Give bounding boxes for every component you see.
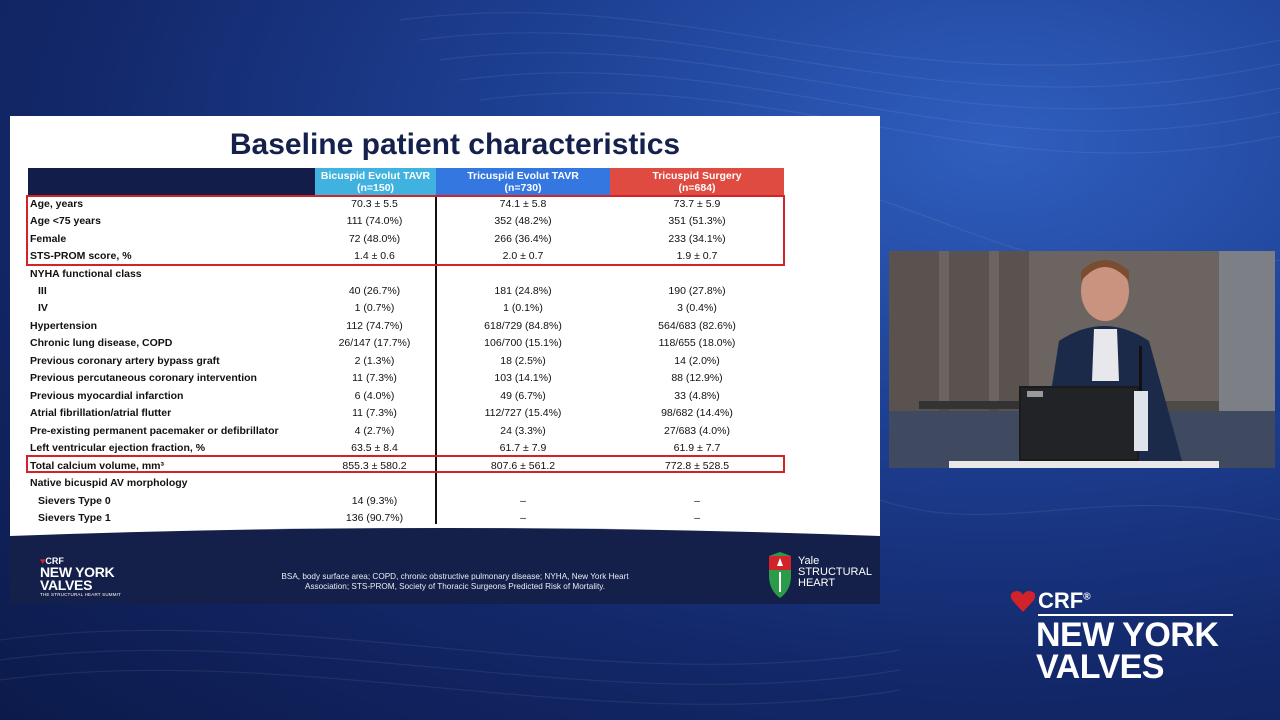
- slide-footnote: BSA, body surface area; COPD, chronic ob…: [281, 572, 629, 591]
- column-header-bicuspid-tavr: Bicuspid Evolut TAVR (n=150): [315, 168, 436, 195]
- cell-value: 6 (4.0%): [354, 390, 395, 402]
- cell-value: 136 (90.7%): [345, 512, 404, 524]
- cell-value: 4 (2.7%): [354, 425, 395, 437]
- cell-value: 18 (2.5%): [500, 355, 546, 367]
- table-row: Chronic lung disease, COPD 26/147 (17.7%)…: [28, 335, 788, 352]
- table-row: Pre-existing permanent pacemaker or defi…: [28, 423, 788, 440]
- table-row: Atrial fibrillation/atrial flutter 11 (7.…: [28, 405, 788, 422]
- cell-value: –: [520, 512, 526, 524]
- row-label: Previous coronary artery bypass graft: [30, 355, 220, 367]
- table-row: Hypertension 112 (74.7%) 618/729 (84.8%) 56…: [28, 318, 788, 335]
- cell-value: 98/682 (14.4%): [661, 407, 733, 419]
- table-row: NYHA functional class: [28, 266, 788, 283]
- cell-value: 190 (27.8%): [668, 285, 726, 297]
- cell-value: 3 (0.4%): [677, 302, 717, 314]
- row-label: IV: [38, 302, 48, 314]
- cell-value: 1 (0.7%): [354, 302, 395, 314]
- cell-value: –: [520, 495, 526, 507]
- row-label: Native bicuspid AV morphology: [30, 477, 188, 489]
- column-header-n: (n=150): [356, 182, 395, 194]
- presentation-slide: Baseline patient characteristics Bicuspi…: [10, 116, 880, 604]
- crf-text: CRF®: [1038, 588, 1091, 613]
- footer-new-york-valves-logo: ♥CRF NEW YORK VALVES THE STRUCTURAL HEAR…: [40, 556, 121, 597]
- speaker-image: [889, 251, 1275, 468]
- cell-value: 61.7 ± 7.9: [499, 442, 547, 454]
- row-label: Chronic lung disease, COPD: [30, 337, 173, 349]
- table-row: Native bicuspid AV morphology: [28, 475, 788, 492]
- column-header-tricuspid-tavr: Tricuspid Evolut TAVR (n=730): [436, 168, 610, 195]
- column-header-n: (n=730): [504, 182, 542, 194]
- column-header-tricuspid-surgery: Tricuspid Surgery (n=684): [610, 168, 784, 195]
- cell-value: 63.5 ± 8.4: [351, 442, 398, 454]
- cell-value: 11 (7.3%): [352, 407, 397, 419]
- column-header-n: (n=684): [678, 182, 716, 194]
- column-header-name: Tricuspid Surgery: [652, 170, 742, 182]
- cell-value: 2 (1.3%): [354, 355, 395, 367]
- new-york-valves-logo: CRF® NEW YORK VALVES: [1010, 588, 1233, 688]
- yale-structural-heart-logo: Yale STRUCTURAL HEART: [765, 552, 875, 600]
- cell-value: 26/147 (17.7%): [338, 337, 411, 349]
- column-header-name: Bicuspid Evolut TAVR: [320, 170, 431, 182]
- cell-value: 103 (14.1%): [494, 372, 552, 384]
- cell-value: 49 (6.7%): [500, 390, 546, 402]
- logo-line2: VALVES: [1036, 648, 1165, 686]
- row-label: Atrial fibrillation/atrial flutter: [30, 407, 172, 419]
- cell-value: 618/729 (84.8%): [484, 320, 562, 332]
- column-header-name: Tricuspid Evolut TAVR: [467, 170, 579, 182]
- row-label: Previous myocardial infarction: [30, 390, 184, 402]
- cell-value: 11 (7.3%): [352, 372, 397, 384]
- speaker-video-feed: [889, 251, 1275, 468]
- cell-value: 1 (0.1%): [503, 302, 543, 314]
- cell-value: 106/700 (15.1%): [484, 337, 562, 349]
- table-row: Sievers Type 0 14 (9.3%) – –: [28, 493, 788, 510]
- row-label: Sievers Type 1: [38, 512, 111, 524]
- footer-logo-line2: VALVES: [40, 577, 93, 593]
- table-row: Previous coronary artery bypass graft 2 (…: [28, 353, 788, 370]
- highlight-box-demographics: [26, 195, 785, 266]
- row-label: Sievers Type 0: [38, 495, 111, 507]
- row-label: Hypertension: [30, 320, 98, 332]
- cell-value: 181 (24.8%): [494, 285, 552, 297]
- cell-value: 14 (2.0%): [674, 355, 720, 367]
- highlight-box-calcium: [26, 455, 785, 473]
- cell-value: 61.9 ± 7.7: [673, 442, 721, 454]
- table-row: Previous percutaneous coronary intervent…: [28, 370, 788, 387]
- cell-value: 564/683 (82.6%): [658, 320, 736, 332]
- yale-shield-icon: [769, 552, 791, 598]
- cell-value: –: [694, 495, 700, 507]
- footer-logo-tagline: THE STRUCTURAL HEART SUMMIT: [40, 592, 122, 597]
- row-label: NYHA functional class: [30, 268, 142, 280]
- yale-logo-text: Yale STRUCTURAL HEART: [798, 555, 872, 589]
- table-row: III 40 (26.7%) 181 (24.8%) 190 (27.8%): [28, 283, 788, 300]
- cell-value: 40 (26.7%): [348, 285, 401, 297]
- table-row: IV 1 (0.7%) 1 (0.1%) 3 (0.4%): [28, 300, 788, 317]
- heart-icon: [1010, 591, 1036, 612]
- cell-value: –: [694, 512, 700, 524]
- table-row: Sievers Type 1 136 (90.7%) – –: [28, 510, 788, 527]
- row-label: Previous percutaneous coronary intervent…: [30, 372, 257, 384]
- row-label: III: [38, 285, 47, 297]
- cell-value: 88 (12.9%): [671, 372, 723, 384]
- cell-value: 118/655 (18.0%): [658, 337, 736, 349]
- table-row: Previous myocardial infarction 6 (4.0%) 49…: [28, 388, 788, 405]
- slide-title: Baseline patient characteristics: [229, 128, 681, 161]
- table-header-blank: [28, 168, 315, 195]
- row-label: Pre-existing permanent pacemaker or defi…: [30, 425, 279, 437]
- cell-value: 112/727 (15.4%): [484, 407, 562, 419]
- cell-value: 14 (9.3%): [351, 495, 398, 507]
- logo-line1: NEW YORK: [1036, 616, 1219, 654]
- cell-value: 24 (3.3%): [500, 425, 546, 437]
- cell-value: 112 (74.7%): [346, 320, 403, 332]
- cell-value: 33 (4.8%): [674, 390, 720, 402]
- cell-value: 27/683 (4.0%): [664, 425, 730, 437]
- row-label: Left ventricular ejection fraction, %: [30, 442, 206, 454]
